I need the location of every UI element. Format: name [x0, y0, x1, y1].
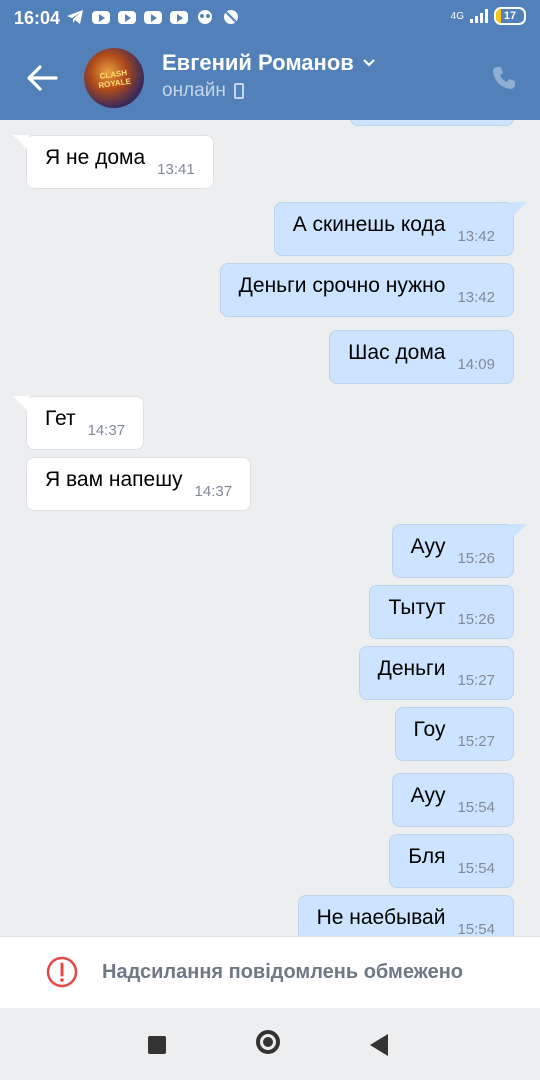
message-text: Ауу — [410, 784, 446, 807]
message-outgoing[interactable]: Гоу 15:27 — [394, 707, 514, 761]
youtube-icon — [118, 11, 136, 24]
message-outgoing[interactable]: Деньги срочно нужно 13:42 — [219, 263, 514, 317]
message-text: Я не дома — [45, 146, 146, 169]
message-outgoing[interactable]: Ауу 15:26 — [391, 524, 528, 578]
message-time: 14:09 — [457, 356, 495, 373]
network-type: 4G — [450, 10, 464, 22]
message-incoming[interactable]: Я вам напешу 14:37 — [26, 457, 252, 511]
status-time: 16:04 — [14, 8, 61, 28]
message-time: 15:54 — [457, 799, 495, 816]
avatar-logo-text: CLASH ROYALE — [97, 68, 132, 91]
message-time: 15:27 — [457, 672, 495, 689]
message-text: Гет — [45, 407, 76, 430]
warning-icon — [46, 956, 78, 988]
message-outgoing[interactable]: Деньги 15:27 — [358, 646, 514, 700]
message-time: 15:54 — [457, 860, 495, 877]
back-button[interactable] — [370, 1034, 388, 1056]
message-time: 15:27 — [457, 733, 495, 750]
message-incoming[interactable]: Я не дома 13:41 — [13, 135, 214, 189]
message-time: 13:42 — [457, 289, 495, 306]
phone-call-icon[interactable] — [490, 64, 518, 92]
message-outgoing[interactable]: Бля 15:54 — [389, 834, 514, 888]
battery-level: 17 — [503, 10, 517, 22]
message-outgoing[interactable]: А скинешь кода 13:42 — [273, 202, 528, 256]
youtube-icon — [170, 11, 188, 24]
messaging-restricted-bar: Надсилання повідомлень обмежено — [0, 936, 540, 1009]
message-time: 13:41 — [157, 161, 195, 178]
telegram-icon — [67, 10, 83, 24]
avatar[interactable]: CLASH ROYALE — [84, 48, 144, 108]
contact-name[interactable]: Евгений Романов — [162, 50, 376, 76]
message-outgoing[interactable]: Ауу 15:54 — [391, 773, 514, 827]
message-text: Бля — [408, 845, 446, 868]
system-navigation-bar — [0, 1008, 540, 1080]
message-text: Гоу — [413, 718, 446, 741]
chevron-down-icon — [363, 59, 375, 67]
message-text: Деньги срочно нужно — [238, 274, 446, 297]
message-list[interactable]: Я не дома 13:41 А скинешь кода 13:42 Ден… — [0, 120, 540, 936]
mobile-icon — [233, 83, 244, 99]
message-outgoing[interactable]: Тытут 15:26 — [369, 585, 514, 639]
message-outgoing[interactable]: Шас дома 14:09 — [329, 330, 514, 384]
chat-header: CLASH ROYALE Евгений Романов онлайн — [0, 36, 540, 120]
message-time: 14:37 — [194, 483, 233, 500]
notification-icons — [66, 9, 240, 25]
message-text: Не наебывай — [316, 906, 446, 929]
status-right: 4G 17 — [451, 7, 526, 25]
message-time: 15:26 — [457, 611, 495, 628]
online-status: онлайн — [162, 80, 244, 102]
message-text: Тытут — [388, 596, 446, 619]
message-text: Деньги — [377, 657, 446, 680]
message-time: 13:42 — [457, 228, 495, 245]
restriction-text: Надсилання повідомлень обмежено — [102, 961, 464, 983]
message-outgoing[interactable]: Не наебывай 15:54 — [297, 895, 514, 936]
home-button[interactable] — [256, 1030, 280, 1054]
signal-icon — [470, 9, 488, 23]
status-bar: 16:04 4G 17 — [0, 0, 540, 36]
blocked-icon — [224, 10, 238, 24]
message-time: 15:26 — [457, 550, 495, 567]
youtube-icon — [92, 11, 110, 24]
back-arrow-icon[interactable] — [24, 60, 60, 96]
message-text: Я вам напешу — [45, 468, 183, 491]
message-text: Шас дома — [348, 341, 446, 364]
message-incoming[interactable]: Гет 14:37 — [12, 396, 145, 450]
message-text: Ауу — [410, 535, 446, 558]
youtube-icon — [144, 11, 162, 24]
previous-message-bubble — [350, 120, 514, 126]
battery-icon: 17 — [494, 7, 526, 25]
contact-name-text: Евгений Романов — [162, 50, 354, 75]
message-text: А скинешь кода — [292, 213, 446, 236]
message-time: 15:54 — [457, 921, 495, 936]
panda-icon — [198, 10, 212, 24]
recents-button[interactable] — [148, 1036, 166, 1054]
online-status-text: онлайн — [162, 80, 226, 101]
message-time: 14:37 — [87, 422, 126, 439]
